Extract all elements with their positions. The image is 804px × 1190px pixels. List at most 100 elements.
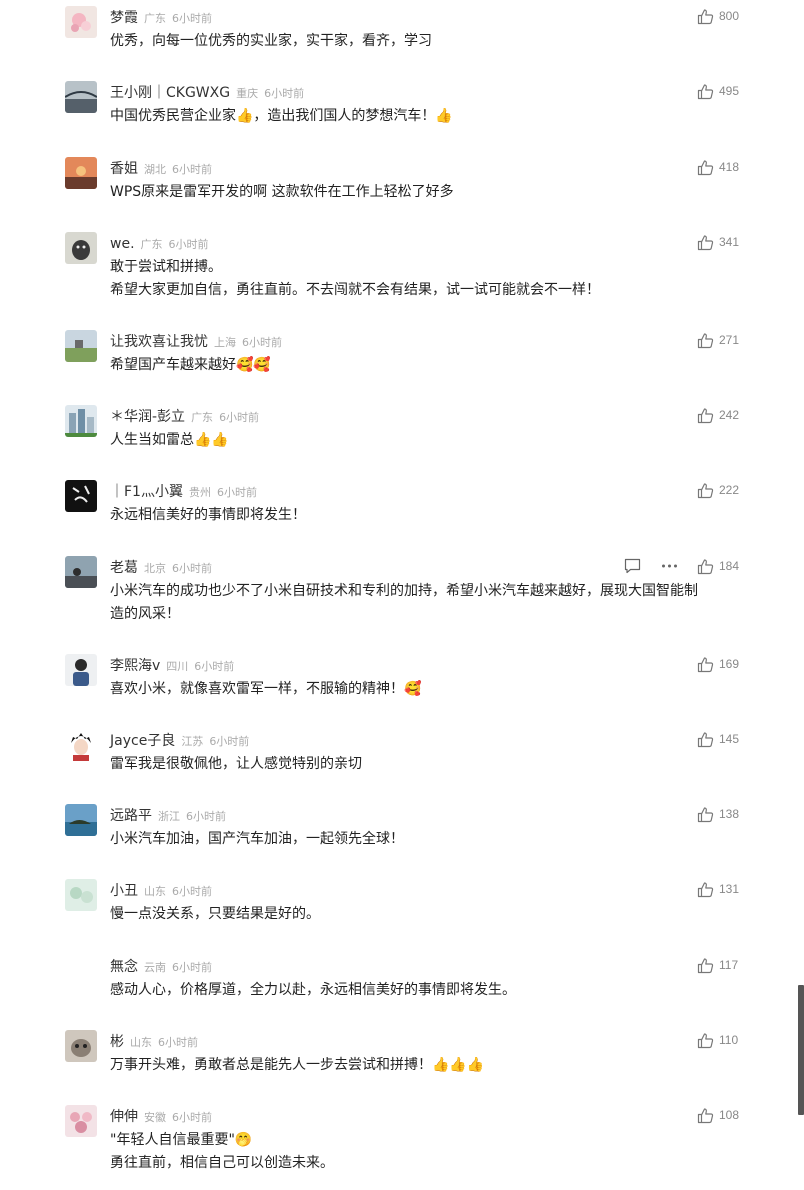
comment-list: 梦霞广东 6小时前 优秀，向每一位优秀的实业家，实干家，看齐，学习 800 王小刚… [0,0,804,1190]
user-name[interactable]: 無念 [110,959,138,975]
user-name[interactable]: we. [110,236,135,252]
user-name[interactable]: 梦霞 [110,10,138,26]
like-button[interactable]: 110 [697,1030,738,1050]
like-button[interactable]: 495 [697,81,739,101]
like-button[interactable]: 184 [697,556,739,576]
like-button[interactable]: 131 [697,879,739,899]
comment-text: 优秀，向每一位优秀的实业家，实干家，看齐，学习 [110,33,432,49]
comment-time: 6小时前 [194,660,235,673]
avatar[interactable] [65,480,97,512]
scrollbar-thumb[interactable] [798,985,804,1115]
comment-time: 6小时前 [172,12,212,25]
comment-time: 6小时前 [172,163,212,176]
thumb-up-icon [697,159,714,175]
like-button[interactable]: 222 [697,480,739,500]
more-button[interactable] [661,556,678,576]
user-name[interactable]: ｜F1灬小翼 [110,484,183,500]
thumb-up-icon [697,731,714,747]
thumb-up-icon [697,656,714,672]
user-location: 上海 [214,336,236,349]
user-location: 山东 [144,885,166,898]
comment-text: 小米汽车加油，国产汽车加油，一起领先全球！ [110,831,404,847]
like-button[interactable]: 242 [697,405,739,425]
like-button[interactable]: 169 [697,654,739,674]
user-name[interactable]: 老葛 [110,560,138,576]
reply-button[interactable] [624,556,641,576]
user-name[interactable]: 王小刚｜CKGWXG [110,85,230,101]
user-name[interactable]: 伸伸 [110,1109,138,1125]
comment-text: WPS原来是雷军开发的啊 这款软件在工作上轻松了好多 [110,184,454,200]
avatar[interactable] [65,232,97,264]
user-name[interactable]: 彬 [110,1034,124,1050]
user-location: 山东 [130,1036,152,1049]
like-count: 418 [719,160,740,174]
avatar[interactable] [65,556,97,588]
comment-time: 6小时前 [168,238,209,251]
user-name[interactable]: 远路平 [110,808,152,824]
comment-text: 小米汽车的成功也少不了小米自研技术和专利的加持，希望小米汽车越来越好，展现大国智… [110,583,698,622]
comment-text: 永远相信美好的事情即将发生！ [110,507,306,523]
avatar[interactable] [65,405,97,437]
thumb-up-icon [697,806,714,822]
like-count: 222 [719,483,740,497]
avatar[interactable] [65,729,97,761]
like-button[interactable]: 418 [697,157,739,177]
thumb-up-icon [697,957,714,973]
like-count: 169 [719,657,740,671]
like-button[interactable]: 138 [697,804,739,824]
user-name[interactable]: ＊华润-彭立 [110,409,185,425]
user-name[interactable]: 香姐 [110,161,138,177]
comment-time: 6小时前 [219,411,260,424]
avatar[interactable] [65,1030,97,1062]
avatar[interactable] [65,654,97,686]
like-button[interactable]: 800 [697,6,739,26]
comment-text: "年轻人自信最重要"🤭 勇往直前，相信自己可以创造未来。 [110,1132,334,1171]
like-button[interactable]: 145 [697,729,739,749]
comment-time: 6小时前 [158,1036,198,1049]
user-location: 贵州 [188,486,211,499]
comment-time: 6小时前 [209,735,250,748]
like-count: 495 [719,84,740,98]
thumb-up-icon [697,234,714,250]
comment-text: 希望国产车越来越好🥰🥰 [110,357,271,373]
thumb-up-icon [697,1107,714,1123]
like-count: 271 [719,333,740,347]
avatar[interactable] [65,804,97,836]
avatar[interactable] [65,1105,97,1137]
user-location: 广东 [140,238,163,251]
user-name[interactable]: 让我欢喜让我忧 [110,334,208,350]
avatar[interactable] [65,879,97,911]
user-name[interactable]: 李熙海v [110,658,160,674]
avatar[interactable] [65,330,97,362]
avatar[interactable] [65,81,97,113]
comment-time: 6小时前 [172,562,212,575]
thumb-up-icon [697,558,714,574]
user-location: 浙江 [158,810,180,823]
like-button[interactable]: 341 [697,232,739,252]
like-button[interactable]: 271 [697,330,739,350]
thumb-up-icon [697,881,714,897]
like-count: 341 [719,235,740,249]
like-count: 108 [719,1108,740,1122]
avatar[interactable] [65,157,97,189]
user-location: 湖北 [144,163,166,176]
comment-text: 喜欢小米，就像喜欢雷军一样，不服输的精神！🥰 [110,681,422,697]
user-location: 北京 [144,562,166,575]
more-icon [662,564,677,568]
user-name[interactable]: 小丑 [110,883,138,899]
like-button[interactable]: 108 [697,1105,739,1125]
comment-icon [624,558,641,574]
comment-time: 6小时前 [242,336,282,349]
comment-text: 中国优秀民营企业家👍，造出我们国人的梦想汽车！👍 [110,108,453,124]
user-location: 四川 [166,660,189,673]
user-name[interactable]: Jayce子良 [110,733,175,749]
comment-time: 6小时前 [216,486,257,499]
like-button[interactable]: 117 [697,955,738,975]
thumb-up-icon [697,407,714,423]
comment-text: 感动人心，价格厚道，全力以赴，永远相信美好的事情即将发生。 [110,982,516,998]
avatar[interactable] [65,6,97,38]
like-count: 242 [719,408,740,422]
user-location: 重庆 [236,87,259,100]
like-count: 131 [719,882,740,896]
avatar[interactable] [65,955,97,987]
